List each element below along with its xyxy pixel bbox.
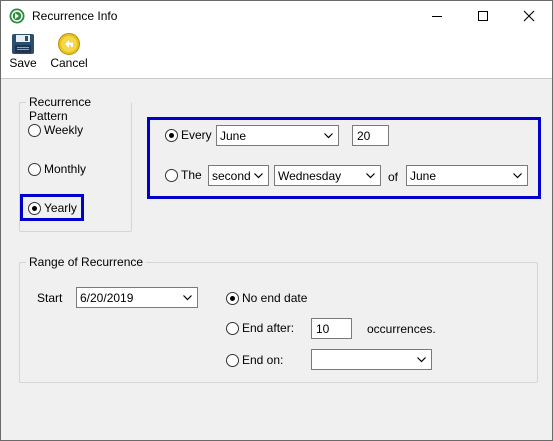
- the-radio-circle: [165, 168, 178, 182]
- end-after-count-value: 10: [316, 322, 330, 336]
- end-on-date-picker[interactable]: [311, 349, 432, 370]
- app-icon: [9, 8, 25, 24]
- every-label: Every: [181, 128, 212, 142]
- title-bar: Recurrence Info: [1, 1, 552, 31]
- maximize-button[interactable]: [460, 1, 506, 31]
- chevron-down-icon: [254, 173, 263, 179]
- chevron-down-icon: [324, 133, 333, 139]
- yearly-highlight-box: [20, 194, 84, 221]
- ordinal-value: second: [212, 169, 251, 183]
- start-label: Start: [37, 291, 63, 305]
- maximize-icon: [478, 11, 488, 21]
- no-end-date-label: No end date: [242, 291, 308, 305]
- the-month-value: June: [410, 169, 437, 183]
- minimize-button[interactable]: [414, 1, 460, 31]
- monthly-radio-circle: [28, 162, 41, 176]
- the-month-select[interactable]: June: [406, 165, 528, 186]
- weekly-label: Weekly: [44, 123, 84, 137]
- start-date-value: 6/20/2019: [80, 291, 134, 305]
- monthly-label: Monthly: [44, 162, 87, 176]
- every-day-value: 20: [357, 129, 371, 143]
- weekday-select[interactable]: Wednesday: [274, 165, 381, 186]
- close-icon: [523, 10, 535, 22]
- end-after-radio[interactable]: End after:: [226, 321, 294, 335]
- every-month-select[interactable]: June: [216, 125, 339, 146]
- every-month-value: June: [220, 129, 247, 143]
- chevron-down-icon: [513, 173, 522, 179]
- monthly-radio[interactable]: Monthly: [28, 162, 86, 176]
- no-end-date-radio[interactable]: No end date: [226, 291, 307, 305]
- of-label: of: [388, 170, 399, 184]
- end-after-count-input[interactable]: 10: [311, 318, 352, 339]
- minimize-icon: [432, 16, 442, 17]
- cancel-button[interactable]: Cancel: [47, 33, 91, 70]
- end-on-label: End on:: [242, 353, 284, 367]
- undo-arrow-icon: [58, 33, 80, 55]
- weekly-radio[interactable]: Weekly: [28, 123, 83, 137]
- save-button[interactable]: Save: [6, 33, 40, 70]
- the-label: The: [181, 168, 202, 182]
- every-day-input[interactable]: 20: [352, 125, 389, 146]
- end-on-radio[interactable]: End on:: [226, 353, 283, 367]
- save-label: Save: [9, 56, 37, 70]
- every-radio-circle: [165, 128, 178, 142]
- no-end-date-radio-circle: [226, 291, 239, 305]
- ordinal-select[interactable]: second: [208, 165, 269, 186]
- the-radio[interactable]: The: [165, 168, 202, 182]
- start-date-picker[interactable]: 6/20/2019: [76, 287, 198, 308]
- weekday-value: Wednesday: [278, 169, 342, 183]
- window-title: Recurrence Info: [32, 9, 118, 23]
- chevron-down-icon: [417, 357, 426, 363]
- recurrence-info-window: Recurrence Info Save Cancel Recurrence P…: [0, 0, 553, 441]
- end-after-radio-circle: [226, 321, 239, 335]
- occurrences-label: occurrences.: [367, 322, 436, 336]
- toolbar: Save Cancel: [1, 31, 552, 79]
- range-of-recurrence-legend: Range of Recurrence: [26, 255, 147, 269]
- end-after-label: End after:: [242, 321, 295, 335]
- every-radio[interactable]: Every: [165, 128, 212, 142]
- chevron-down-icon: [366, 173, 375, 179]
- cancel-label: Cancel: [50, 56, 88, 70]
- weekly-radio-circle: [28, 123, 41, 137]
- floppy-disk-icon: [12, 34, 34, 54]
- recurrence-pattern-legend: Recurrence Pattern: [26, 95, 131, 123]
- end-on-radio-circle: [226, 353, 239, 367]
- close-button[interactable]: [506, 1, 552, 31]
- chevron-down-icon: [183, 295, 192, 301]
